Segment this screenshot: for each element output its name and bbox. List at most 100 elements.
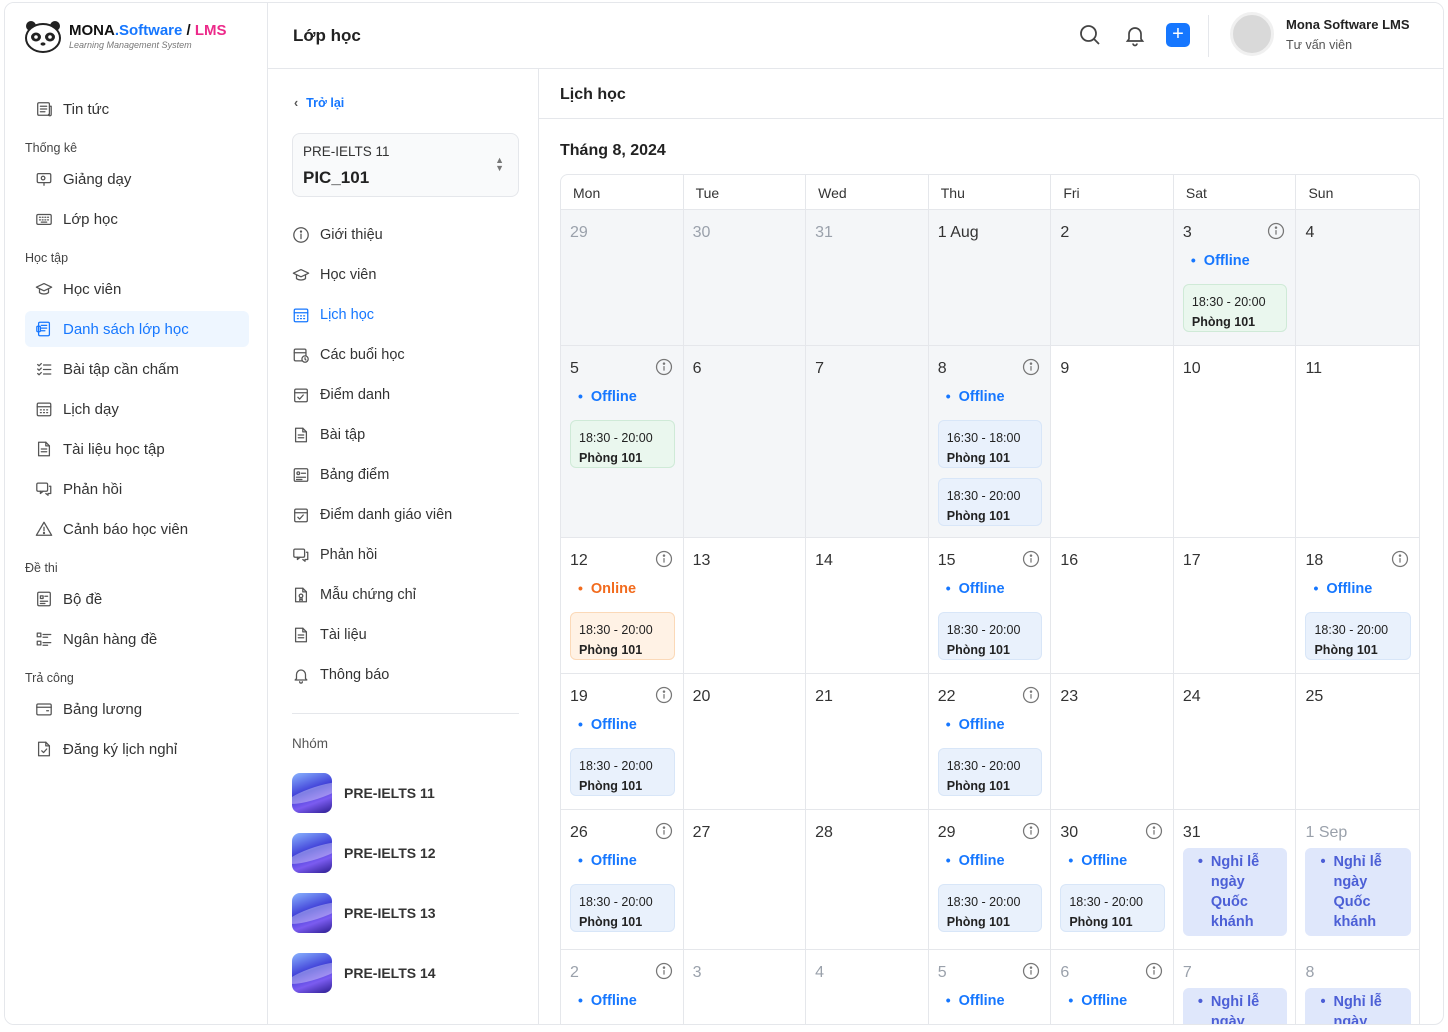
calendar-day-cell[interactable]: 11 (1296, 346, 1419, 537)
class-menu-item[interactable]: Mẫu chứng chỉ (292, 577, 519, 613)
calendar-day-cell[interactable]: 9 (1051, 346, 1174, 537)
info-icon[interactable] (655, 550, 673, 568)
calendar-day-cell[interactable]: 27 (684, 810, 807, 949)
info-icon[interactable] (1022, 962, 1040, 980)
info-icon[interactable] (655, 962, 673, 980)
info-icon[interactable] (1145, 822, 1163, 840)
session-event[interactable]: 18:30 - 20:00Phòng 101 (937, 612, 1043, 660)
class-menu-item[interactable]: Điểm danh (292, 377, 519, 413)
avatar[interactable] (1230, 12, 1274, 56)
sidebar-item[interactable]: Phản hồi (25, 471, 249, 507)
calendar-day-cell[interactable]: 23 (1051, 674, 1174, 809)
sidebar-item[interactable]: Tài liệu học tập (25, 431, 249, 467)
sidebar-item[interactable]: Lịch dạy (25, 391, 249, 427)
logo[interactable]: MONA.Software / LMS Learning Management … (23, 19, 227, 53)
group-item[interactable]: PRE-IELTS 13 (292, 893, 519, 933)
calendar-day-cell[interactable]: 3 (684, 950, 807, 1024)
info-icon[interactable] (1022, 822, 1040, 840)
info-icon[interactable] (1267, 222, 1285, 240)
class-menu-item[interactable]: Thông báo (292, 657, 519, 693)
session-event[interactable]: 18:30 - 20:00Phòng 101 (570, 748, 675, 796)
search-icon[interactable] (1078, 23, 1102, 47)
sidebar-item[interactable]: Bài tập cần chấm (25, 351, 249, 387)
calendar-day-cell[interactable]: 21 (806, 674, 929, 809)
calendar-day-cell[interactable]: 29 (561, 210, 684, 345)
calendar-day-cell[interactable]: 24 (1174, 674, 1297, 809)
calendar-day-cell[interactable]: 6Offline18:30 - 20:00Phòng 101 (1051, 950, 1174, 1025)
info-icon[interactable] (1391, 550, 1409, 568)
calendar-day-cell[interactable]: 5Offline18:30 - 20:00Phòng 101 (929, 950, 1052, 1025)
calendar-day-cell[interactable]: 1 Sep Nghỉ lễ ngày Quốc khánh (1296, 810, 1419, 949)
session-event[interactable]: 18:30 - 20:00Phòng 101 (570, 612, 675, 660)
calendar-day-cell[interactable]: 14 (806, 538, 929, 673)
holiday-event[interactable]: Nghỉ lễngàyQuốckhánh (1305, 848, 1412, 936)
sidebar-item[interactable]: Lớp học (25, 201, 249, 237)
calendar-day-cell[interactable]: 20 (684, 674, 807, 809)
add-button[interactable]: + (1166, 23, 1190, 47)
class-menu-item[interactable]: Học viên (292, 257, 519, 293)
calendar-day-cell[interactable]: 15Offline18:30 - 20:00Phòng 101 (929, 538, 1052, 673)
calendar-day-cell[interactable]: 30Offline18:30 - 20:00Phòng 101 (1051, 810, 1174, 949)
session-event[interactable]: 18:30 - 20:00Phòng 101 (570, 420, 675, 468)
session-event[interactable]: 18:30 - 20:00Phòng 101 (937, 884, 1043, 932)
back-link[interactable]: ‹ Trở lại (294, 96, 344, 110)
info-icon[interactable] (1022, 686, 1040, 704)
session-event[interactable]: 18:30 - 20:00Phòng 101 (1182, 284, 1288, 332)
session-event[interactable]: 18:30 - 20:00Phòng 101 (570, 1024, 675, 1025)
group-item[interactable]: PRE-IELTS 14 (292, 953, 519, 993)
info-icon[interactable] (655, 358, 673, 376)
class-menu-item[interactable]: Tài liệu (292, 617, 519, 653)
session-event[interactable]: 16:30 - 18:00 Phòng 101 (937, 420, 1043, 468)
calendar-day-cell[interactable]: 1 Aug (928, 210, 1052, 345)
holiday-event[interactable]: Nghỉ lễngàyQuốckhánh (1305, 988, 1412, 1024)
group-item[interactable]: PRE-IELTS 11 (292, 773, 519, 813)
session-event[interactable]: 18:30 - 20:00Phòng 101 (570, 884, 675, 932)
calendar-day-cell[interactable]: 19Offline18:30 - 20:00Phòng 101 (561, 674, 684, 809)
user-name[interactable]: Mona Software LMS (1286, 17, 1410, 32)
sidebar-item[interactable]: Danh sách lớp học (25, 311, 249, 347)
holiday-event[interactable]: Nghỉ lễngàyQuốckhánh (1182, 988, 1288, 1024)
session-event[interactable]: 18:30 - 20:00Phòng 101 (1305, 612, 1412, 660)
class-menu-item[interactable]: Điểm danh giáo viên (292, 497, 519, 533)
sidebar-item[interactable]: Bảng lương (25, 691, 249, 727)
sidebar-item[interactable]: Ngân hàng đề (25, 621, 249, 657)
calendar-day-cell[interactable]: 29Offline18:30 - 20:00Phòng 101 (929, 810, 1052, 949)
info-icon[interactable] (655, 822, 673, 840)
bell-icon[interactable] (1123, 23, 1147, 47)
class-select[interactable]: PRE-IELTS 11 PIC_101 ▲ ▼ (292, 133, 519, 197)
holiday-event[interactable]: Nghỉ lễngàyQuốckhánh (1182, 848, 1288, 936)
calendar-day-cell[interactable]: 30 (683, 210, 807, 345)
session-event[interactable]: 18:30 - 20:00Phòng 101 (1060, 1024, 1165, 1025)
sidebar-item[interactable]: Bộ đề (25, 581, 249, 617)
session-event[interactable]: 18:30 - 20:00Phòng 101 (937, 748, 1043, 796)
sidebar-item[interactable]: Giảng dạy (25, 161, 249, 197)
calendar-day-cell[interactable]: 10 (1174, 346, 1297, 537)
sidebar-item[interactable]: Tin tức (25, 91, 249, 127)
session-event[interactable]: 18:30 - 20:00Phòng 101 (937, 478, 1043, 526)
calendar-day-cell[interactable]: 7Nghỉ lễngàyQuốckhánh (1174, 950, 1297, 1024)
info-icon[interactable] (655, 686, 673, 704)
session-event[interactable]: 18:30 - 20:00Phòng 101 (1060, 884, 1165, 932)
calendar-day-cell[interactable]: 31 (806, 210, 929, 345)
calendar-day-cell[interactable]: 6 (683, 346, 807, 537)
calendar-day-cell[interactable]: 22Offline18:30 - 20:00Phòng 101 (929, 674, 1052, 809)
info-icon[interactable] (1022, 358, 1040, 376)
calendar-day-cell[interactable]: 12Online18:30 - 20:00Phòng 101 (561, 538, 684, 673)
calendar-day-cell[interactable]: 3Offline18:30 - 20:00Phòng 101 (1173, 210, 1297, 345)
class-menu-item[interactable]: Bảng điểm (292, 457, 519, 493)
sidebar-item[interactable]: Cảnh báo học viên (25, 511, 249, 547)
group-item[interactable]: PRE-IELTS 12 (292, 833, 519, 873)
info-icon[interactable] (1022, 550, 1040, 568)
session-event[interactable]: 18:30 - 20:00Phòng 101 (938, 1024, 1043, 1025)
calendar-day-cell[interactable]: 31 Nghỉ lễ ngày Quốc khánh (1174, 810, 1297, 949)
sidebar-item[interactable]: Đăng ký lịch nghỉ (25, 731, 249, 767)
calendar-day-cell[interactable]: 5Offline18:30 - 20:00Phòng 101 (561, 346, 684, 537)
calendar-day-cell[interactable]: 18Offline18:30 - 20:00Phòng 101 (1296, 538, 1419, 673)
info-icon[interactable] (1145, 962, 1163, 980)
calendar-day-cell[interactable]: 26Offline18:30 - 20:00Phòng 101 (561, 810, 684, 949)
class-menu-item[interactable]: Các buổi học (292, 337, 519, 373)
calendar-day-cell[interactable]: 2Offline18:30 - 20:00Phòng 101 (561, 950, 684, 1025)
calendar-day-cell[interactable]: 4 (806, 950, 929, 1024)
class-menu-item[interactable]: Phản hồi (292, 537, 519, 573)
class-menu-item[interactable]: Giới thiệu (292, 217, 519, 253)
